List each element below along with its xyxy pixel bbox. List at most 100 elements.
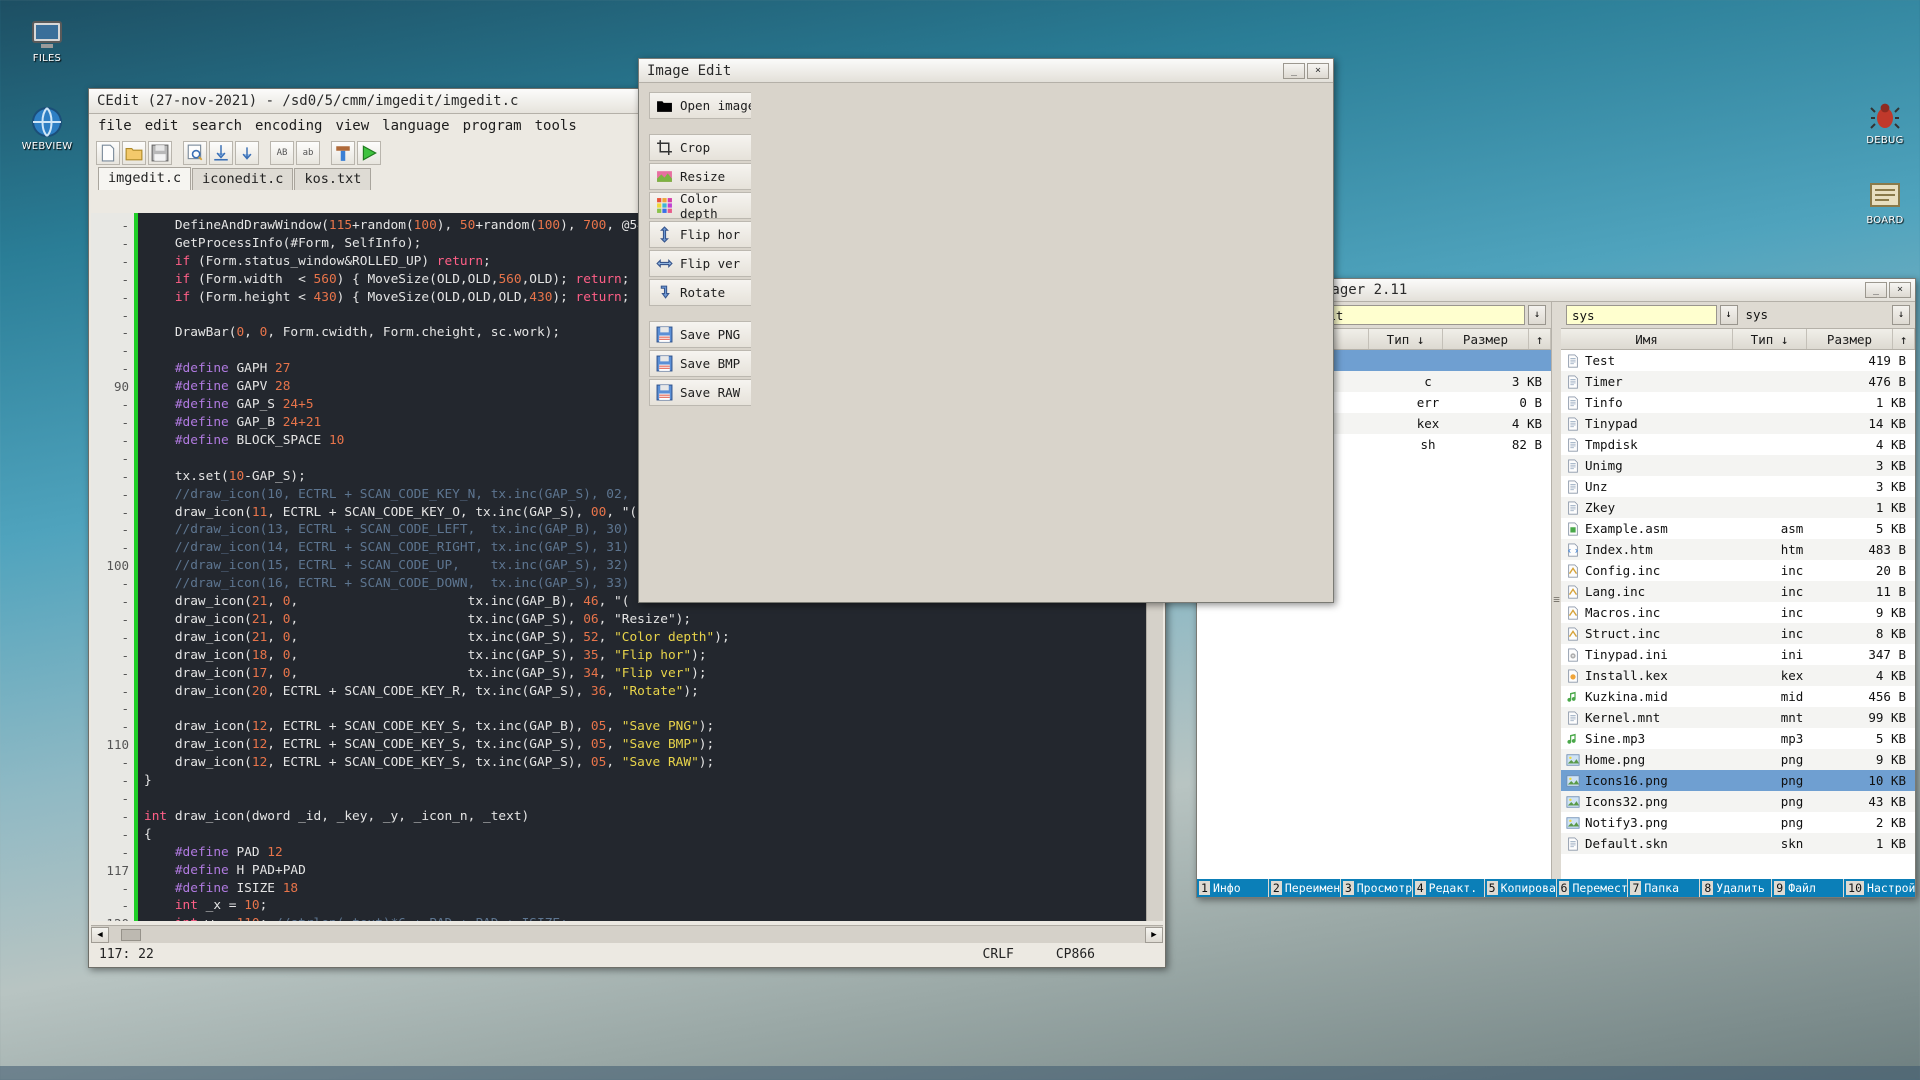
file-row[interactable]: Tinfo1 KB xyxy=(1561,392,1915,413)
imgedit-minimize-button[interactable]: _ xyxy=(1283,63,1305,79)
eolite-right-pane[interactable]: sys ↓ sys ↓ ИмяТип ↓Размер↑ Test419 BTim… xyxy=(1561,302,1915,897)
toolbar-save-file-icon[interactable] xyxy=(148,141,172,165)
editor-tab-imgedit-c[interactable]: imgedit.c xyxy=(98,167,191,190)
menu-item-program[interactable]: program xyxy=(463,118,522,134)
file-row[interactable]: Lang.incinc11 B xyxy=(1561,581,1915,602)
imgedit-button-save-bmp[interactable]: Save BMP xyxy=(649,350,757,377)
editor-tab-iconedit-c[interactable]: iconedit.c xyxy=(192,168,293,190)
toolbar-run-icon[interactable] xyxy=(357,141,381,165)
function-key-4[interactable]: 4Редакт. xyxy=(1413,879,1484,897)
file-name-cell[interactable]: Icons32.png xyxy=(1561,794,1755,809)
file-row[interactable]: Tinypad14 KB xyxy=(1561,413,1915,434)
imgedit-canvas[interactable] xyxy=(751,83,1333,602)
imgedit-titlebar[interactable]: Image Edit _ × xyxy=(639,59,1333,83)
code-line[interactable]: draw_icon(12, ECTRL + SCAN_CODE_KEY_S, t… xyxy=(144,736,1163,754)
file-row[interactable]: Icons16.pngpng10 KB xyxy=(1561,770,1915,791)
right-path-dropdown-icon[interactable]: ↓ xyxy=(1720,305,1738,325)
function-key-7[interactable]: 7Папка xyxy=(1628,879,1699,897)
desktop-icon-debug[interactable]: DEBUG xyxy=(1848,100,1920,146)
desktop-icon-board[interactable]: BOARD xyxy=(1848,180,1920,226)
file-row[interactable]: Sine.mp3mp35 KB xyxy=(1561,728,1915,749)
file-row[interactable]: Config.incinc20 B xyxy=(1561,560,1915,581)
file-name-cell[interactable]: Tmpdisk xyxy=(1561,437,1755,452)
function-key-bar[interactable]: 1Инфо2Переимен.3Просмотр4Редакт.5Копиров… xyxy=(1197,879,1915,897)
file-row[interactable]: Unz3 KB xyxy=(1561,476,1915,497)
file-name-cell[interactable]: Config.inc xyxy=(1561,563,1755,578)
code-line[interactable]: #define H PAD+PAD xyxy=(144,862,1163,880)
toolbar-uppercase-icon[interactable]: AB xyxy=(270,141,294,165)
code-line[interactable]: draw_icon(20, ECTRL + SCAN_CODE_KEY_R, t… xyxy=(144,683,1163,701)
file-row[interactable]: Kuzkina.midmid456 B xyxy=(1561,686,1915,707)
function-key-6[interactable]: 6Переместить xyxy=(1557,879,1628,897)
file-name-cell[interactable]: Unimg xyxy=(1561,458,1755,473)
imgedit-button-save-png[interactable]: Save PNG xyxy=(649,321,757,348)
sort-direction-icon[interactable]: ↑ xyxy=(1529,329,1551,349)
menu-item-file[interactable]: file xyxy=(98,118,132,134)
code-line[interactable]: #define ISIZE 18 xyxy=(144,880,1163,898)
file-name-cell[interactable]: Icons16.png xyxy=(1561,773,1755,788)
function-key-9[interactable]: 9Файл xyxy=(1772,879,1843,897)
code-line[interactable]: draw_icon(18, 0, tx.inc(GAP_S), 35, "Fli… xyxy=(144,647,1163,665)
file-row[interactable]: Index.htmhtm483 B xyxy=(1561,539,1915,560)
toolbar-lowercase-icon[interactable]: ab xyxy=(296,141,320,165)
file-name-cell[interactable]: Index.htm xyxy=(1561,542,1755,557)
menu-item-search[interactable]: search xyxy=(191,118,242,134)
taskbar[interactable] xyxy=(0,1066,1920,1080)
code-line[interactable] xyxy=(144,790,1163,808)
column-header-2[interactable]: Размер xyxy=(1807,329,1893,349)
imgedit-button-rotate[interactable]: Rotate xyxy=(649,279,757,306)
imgedit-button-save-raw[interactable]: Save RAW xyxy=(649,379,757,406)
function-key-10[interactable]: 10Настройки xyxy=(1844,879,1915,897)
file-name-cell[interactable]: Default.skn xyxy=(1561,836,1755,851)
column-header-1[interactable]: Тип ↓ xyxy=(1733,329,1807,349)
eolite-close-button[interactable]: × xyxy=(1889,282,1911,298)
toolbar-move-down-icon[interactable] xyxy=(209,141,233,165)
column-header-1[interactable]: Тип ↓ xyxy=(1369,329,1443,349)
horizontal-scroll-thumb[interactable] xyxy=(121,929,141,941)
desktop-icon-files[interactable]: FILES xyxy=(10,18,84,64)
imgedit-button-color-depth[interactable]: Color depth xyxy=(649,192,757,219)
code-line[interactable]: draw_icon(12, ECTRL + SCAN_CODE_KEY_S, t… xyxy=(144,754,1163,772)
scroll-left-button[interactable]: ◀ xyxy=(91,927,109,943)
right-path-bar[interactable]: sys ↓ sys ↓ xyxy=(1561,302,1915,328)
imgedit-button-crop[interactable]: Crop xyxy=(649,134,757,161)
file-name-cell[interactable]: Timer xyxy=(1561,374,1755,389)
code-line[interactable]: draw_icon(21, 0, tx.inc(GAP_S), 06, "Res… xyxy=(144,611,1163,629)
code-line[interactable]: int draw_icon(dword _id, _key, _y, _icon… xyxy=(144,808,1163,826)
desktop-icon-webview[interactable]: WEBVIEW xyxy=(10,106,84,152)
toolbar-build-icon[interactable] xyxy=(331,141,355,165)
code-line[interactable]: #define PAD 12 xyxy=(144,844,1163,862)
code-line[interactable]: int _x = 10; xyxy=(144,897,1163,915)
pane-splitter[interactable]: ≡ xyxy=(1552,302,1561,897)
file-row[interactable]: Tinypad.iniini347 B xyxy=(1561,644,1915,665)
menu-item-view[interactable]: view xyxy=(335,118,369,134)
menu-item-language[interactable]: language xyxy=(382,118,449,134)
code-line[interactable] xyxy=(144,700,1163,718)
file-name-cell[interactable]: Kernel.mnt xyxy=(1561,710,1755,725)
file-row[interactable]: Macros.incinc9 KB xyxy=(1561,602,1915,623)
file-row[interactable]: Install.kexkex4 KB xyxy=(1561,665,1915,686)
file-name-cell[interactable]: Lang.inc xyxy=(1561,584,1755,599)
code-line[interactable]: draw_icon(12, ECTRL + SCAN_CODE_KEY_S, t… xyxy=(144,718,1163,736)
menu-item-tools[interactable]: tools xyxy=(535,118,577,134)
imgedit-toolpanel[interactable]: Open imageCropResizeColor depthFlip horF… xyxy=(639,83,751,602)
file-row[interactable]: Example.asmasm5 KB xyxy=(1561,518,1915,539)
file-name-cell[interactable]: Test xyxy=(1561,353,1755,368)
file-row[interactable]: Test419 B xyxy=(1561,350,1915,371)
imgedit-button-flip-hor[interactable]: Flip hor xyxy=(649,221,757,248)
file-name-cell[interactable]: Zkey xyxy=(1561,500,1755,515)
file-row[interactable]: Struct.incinc8 KB xyxy=(1561,623,1915,644)
file-row[interactable]: Home.pngpng9 KB xyxy=(1561,749,1915,770)
right-path-dropdown-icon-2[interactable]: ↓ xyxy=(1892,305,1910,325)
file-name-cell[interactable]: Kuzkina.mid xyxy=(1561,689,1755,704)
file-name-cell[interactable]: Tinfo xyxy=(1561,395,1755,410)
file-name-cell[interactable]: Sine.mp3 xyxy=(1561,731,1755,746)
file-name-cell[interactable]: Unz xyxy=(1561,479,1755,494)
imgedit-button-open-image[interactable]: Open image xyxy=(649,92,757,119)
function-key-8[interactable]: 8Удалить xyxy=(1700,879,1771,897)
left-path-dropdown-icon[interactable]: ↓ xyxy=(1528,305,1546,325)
file-name-cell[interactable]: Home.png xyxy=(1561,752,1755,767)
horizontal-scrollbar[interactable]: ◀ ▶ xyxy=(91,925,1163,943)
column-header-0[interactable]: Имя xyxy=(1561,329,1733,349)
toolbar-open-file-icon[interactable] xyxy=(122,141,146,165)
